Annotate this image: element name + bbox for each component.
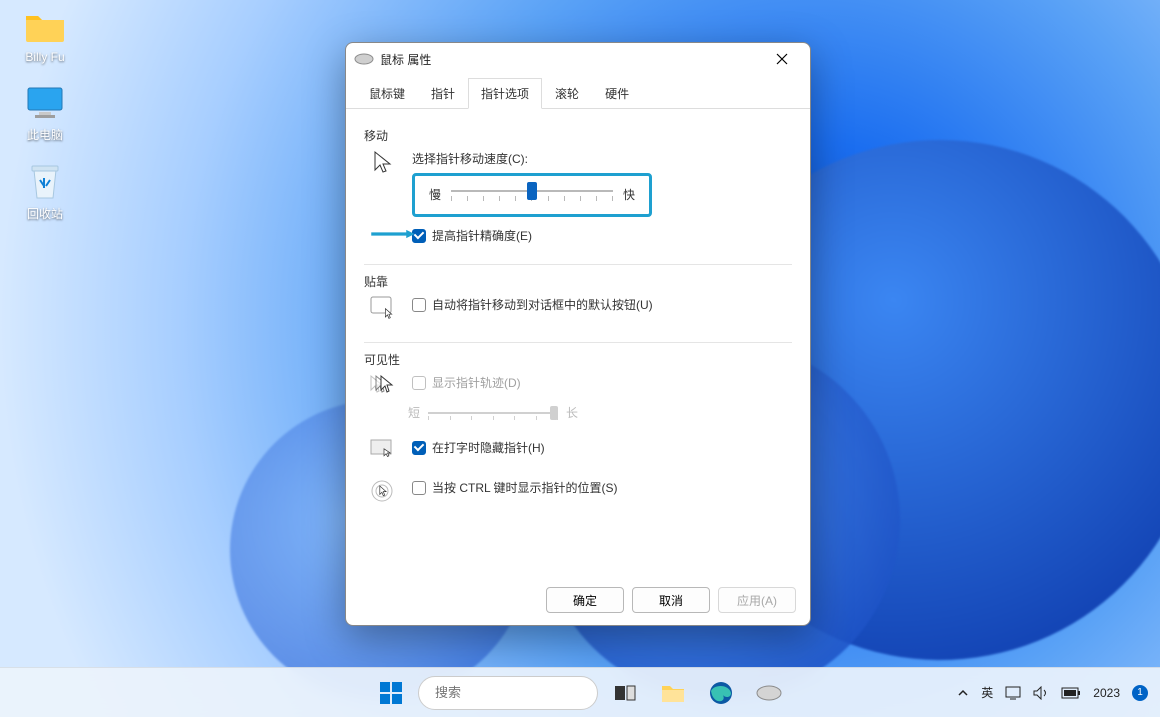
checkbox-ctrl-locate[interactable]: 当按 CTRL 键时显示指针的位置(S) [412,479,792,496]
taskbar-center [370,672,790,714]
network-icon[interactable] [1005,686,1021,700]
close-icon [776,53,788,65]
ime-indicator[interactable]: 英 [981,684,993,701]
desktop-icon-label: 回收站 [27,205,63,222]
checkbox-pointer-trails[interactable]: 显示指针轨迹(D) [412,374,792,391]
checkbox-icon [412,376,426,390]
trails-long-label: 长 [566,404,578,421]
tab-wheel[interactable]: 滚轮 [542,78,592,109]
desktop-icon-this-pc[interactable]: 此电脑 [10,82,80,143]
close-button[interactable] [762,45,802,73]
volume-icon[interactable] [1033,686,1049,700]
checkbox-enhance-precision[interactable]: 提高指针精确度(E) [412,227,792,244]
group-label-visibility: 可见性 [364,351,792,368]
checkbox-label: 当按 CTRL 键时显示指针的位置(S) [432,479,618,496]
cursor-icon [364,150,402,174]
speed-slow-label: 慢 [429,186,441,203]
badge-count: 1 [1132,685,1148,701]
dialog-title: 鼠标 属性 [380,51,762,68]
edge-button[interactable] [700,672,742,714]
taskbar: 英 2023 1 [0,667,1160,717]
system-tray: 英 2023 1 [957,684,1148,701]
desktop-icon-recycle-bin[interactable]: 回收站 [10,161,80,222]
tab-strip: 鼠标键 指针 指针选项 滚轮 硬件 [346,75,810,109]
snap-icon [364,296,402,322]
folder-icon [660,682,686,704]
apply-button[interactable]: 应用(A) [718,587,796,613]
recycle-bin-icon [24,161,66,203]
pointer-speed-slider[interactable] [451,182,613,206]
group-snap: 自动将指针移动到对话框中的默认按钮(U) [364,296,792,343]
group-label-motion: 移动 [364,127,792,144]
pointer-speed-label: 选择指针移动速度(C): [412,150,792,167]
checkbox-label: 显示指针轨迹(D) [432,374,521,391]
dialog-body: 移动 选择指针移动速度(C): 慢 快 [346,109,810,575]
tab-hardware[interactable]: 硬件 [592,78,642,109]
checkbox-icon [412,481,426,495]
hide-typing-icon [364,439,402,461]
clock[interactable]: 2023 [1093,686,1120,700]
cancel-button[interactable]: 取消 [632,587,710,613]
checkbox-hide-while-typing[interactable]: 在打字时隐藏指针(H) [412,439,792,456]
ctrl-locate-icon [364,479,402,505]
tab-pointers[interactable]: 指针 [418,78,468,109]
file-explorer-button[interactable] [652,672,694,714]
start-button[interactable] [370,672,412,714]
trails-length-slider: 短 长 [408,404,792,421]
taskbar-search[interactable] [418,676,598,710]
checkbox-icon [412,298,426,312]
mouse-settings-button[interactable] [748,672,790,714]
group-visibility: 显示指针轨迹(D) 短 长 在打字时隐藏指针(H) [364,374,792,505]
pointer-speed-highlight: 慢 快 [412,173,652,217]
desktop-icons: Billy Fu 此电脑 回收站 [10,6,80,240]
annotation-arrow-icon [365,229,420,239]
checkbox-snap-to-default[interactable]: 自动将指针移动到对话框中的默认按钮(U) [412,296,792,313]
desktop-icon-label: 此电脑 [27,126,63,143]
slider-thumb[interactable] [527,182,537,200]
titlebar[interactable]: 鼠标 属性 [346,43,810,75]
trails-short-label: 短 [408,404,420,421]
mouse-icon [756,684,782,702]
monitor-icon [24,82,66,124]
mouse-properties-dialog: 鼠标 属性 鼠标键 指针 指针选项 滚轮 硬件 移动 选择指针移动速度(C): … [345,42,811,626]
group-motion: 选择指针移动速度(C): 慢 快 [364,150,792,265]
mouse-icon [354,52,374,66]
checkbox-label: 在打字时隐藏指针(H) [432,439,545,456]
checkbox-icon [412,441,426,455]
notification-badge[interactable]: 1 [1132,685,1148,701]
tab-pointer-options[interactable]: 指针选项 [468,78,542,109]
desktop-icon-folder[interactable]: Billy Fu [10,6,80,64]
task-view-button[interactable] [604,672,646,714]
dialog-button-row: 确定 取消 应用(A) [346,575,810,625]
checkbox-label: 提高指针精确度(E) [432,227,532,244]
tab-buttons[interactable]: 鼠标键 [356,78,418,109]
edge-icon [709,681,733,705]
trails-icon [364,374,402,396]
chevron-up-icon [957,687,969,699]
ok-button[interactable]: 确定 [546,587,624,613]
search-input[interactable] [435,685,611,700]
desktop-icon-label: Billy Fu [25,50,64,64]
checkbox-label: 自动将指针移动到对话框中的默认按钮(U) [432,296,653,313]
task-view-icon [614,683,636,703]
tray-overflow-button[interactable] [957,687,969,699]
group-label-snap: 贴靠 [364,273,792,290]
speed-fast-label: 快 [623,186,635,203]
battery-icon[interactable] [1061,687,1081,699]
folder-icon [24,6,66,48]
windows-logo-icon [378,680,404,706]
